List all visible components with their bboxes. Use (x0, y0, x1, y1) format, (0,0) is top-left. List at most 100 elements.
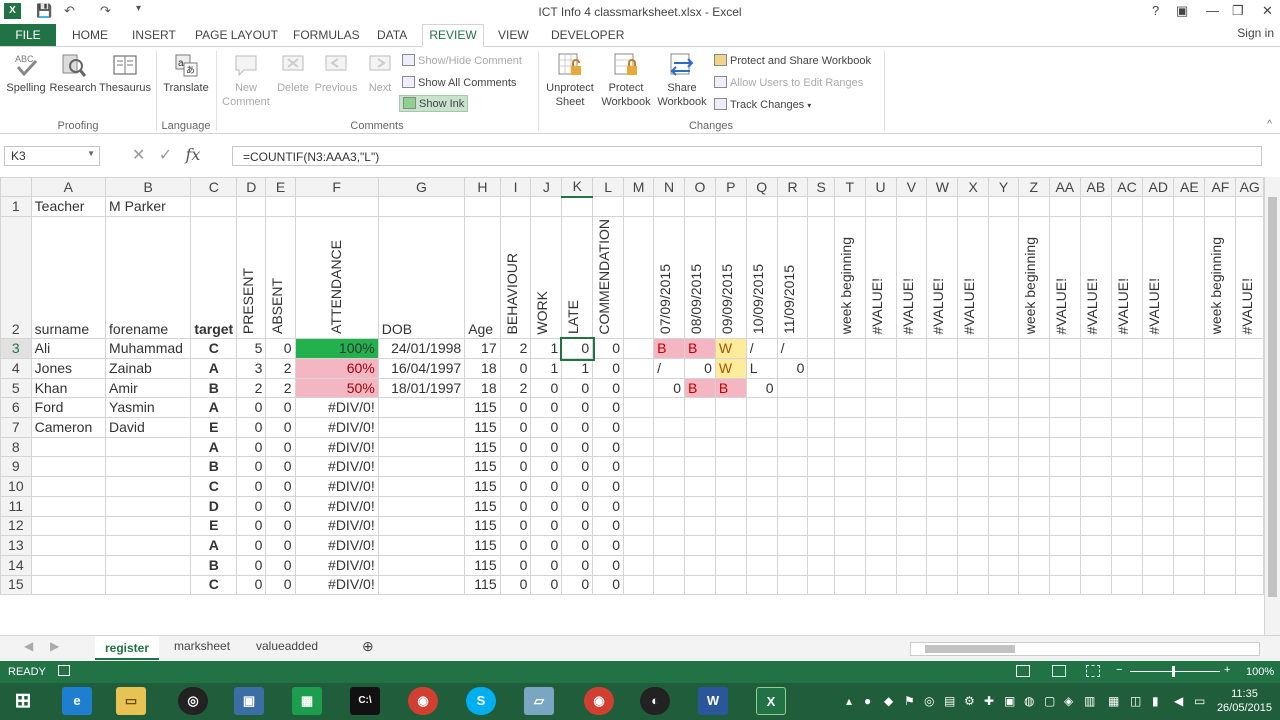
surname-cell[interactable]: Ford (30, 397, 107, 419)
column-header-G[interactable]: G (377, 177, 466, 197)
cell[interactable] (1048, 554, 1081, 576)
cell[interactable] (1235, 338, 1264, 359)
present-header[interactable]: PRESENT (236, 215, 267, 340)
attendance-mark-cell[interactable] (684, 515, 716, 537)
macro-record-icon[interactable] (58, 665, 70, 676)
work-cell[interactable]: 0 (530, 377, 563, 399)
cell[interactable] (1110, 456, 1144, 478)
prev-sheet-icon[interactable]: ◀ (24, 639, 33, 653)
column-header-L[interactable]: L (592, 177, 625, 197)
forename-cell[interactable] (105, 436, 192, 458)
attendance-mark-cell[interactable] (745, 535, 778, 556)
surname-cell[interactable]: Khan (30, 377, 107, 399)
absent-cell[interactable]: 2 (265, 377, 296, 399)
commendation-cell[interactable]: 0 (592, 515, 625, 537)
date-header[interactable]: 07/09/2015 (653, 215, 686, 340)
present-cell[interactable]: 5 (236, 338, 267, 359)
cell[interactable] (864, 554, 897, 576)
column-header-D[interactable]: D (236, 177, 267, 197)
surname-cell[interactable] (30, 535, 107, 556)
attendance-mark-cell[interactable] (745, 515, 778, 537)
attendance-mark-cell[interactable] (745, 436, 778, 458)
attendance-cell[interactable]: #DIV/0! (294, 436, 379, 458)
cell[interactable] (592, 196, 625, 217)
row-header[interactable]: 14 (0, 554, 32, 576)
cell[interactable] (926, 338, 959, 359)
tab-data[interactable]: DATA (377, 28, 407, 42)
target-cell[interactable]: A (190, 358, 238, 379)
surname-cell[interactable] (30, 574, 107, 596)
command-prompt-icon[interactable]: C:\ (350, 687, 380, 715)
file-explorer-icon[interactable]: ▭ (116, 687, 146, 715)
attendance-mark-cell[interactable]: / (745, 338, 778, 359)
spreadsheet-app-icon[interactable]: ▦ (292, 687, 322, 715)
cell[interactable] (623, 554, 655, 576)
cell[interactable] (957, 515, 990, 537)
dob-cell[interactable]: 16/04/1997 (377, 358, 466, 379)
late-cell[interactable]: 0 (561, 574, 594, 596)
column-header-B[interactable]: B (105, 177, 192, 197)
track-changes-button[interactable]: Track Changes ▾ (714, 98, 811, 111)
cell[interactable] (1110, 196, 1144, 217)
commendation-cell[interactable]: 0 (592, 397, 625, 419)
commendation-cell[interactable]: 0 (592, 436, 625, 458)
cell[interactable] (623, 436, 655, 458)
scroll-thumb[interactable] (1268, 197, 1277, 597)
cell[interactable] (957, 535, 990, 556)
cell[interactable] (807, 554, 835, 576)
cell[interactable] (1142, 397, 1175, 419)
cell[interactable] (926, 535, 959, 556)
absent-cell[interactable]: 0 (265, 554, 296, 576)
cell[interactable] (1017, 338, 1050, 359)
column-header-W[interactable]: W (926, 177, 959, 197)
name-box[interactable]: K3 ▼ (4, 146, 100, 166)
new-comment-button[interactable]: New Comment (220, 51, 272, 109)
attendance-mark-cell[interactable] (653, 535, 686, 556)
dob-header[interactable]: DOB (377, 215, 466, 340)
row-header[interactable]: 11 (0, 495, 32, 517)
cell[interactable] (236, 196, 267, 217)
cell[interactable] (1110, 495, 1144, 517)
cell[interactable] (895, 554, 928, 576)
age-cell[interactable]: 115 (464, 495, 501, 517)
cell[interactable] (864, 495, 897, 517)
attendance-cell[interactable]: #DIV/0! (294, 456, 379, 478)
row-header[interactable]: 4 (0, 358, 32, 379)
row-header[interactable]: 8 (0, 436, 32, 458)
target-cell[interactable]: B (190, 377, 238, 399)
column-header-X[interactable]: X (957, 177, 990, 197)
attendance-mark-cell[interactable]: 0 (745, 377, 778, 399)
attendance-mark-cell[interactable] (714, 417, 747, 438)
attendance-mark-cell[interactable] (714, 574, 747, 596)
cell[interactable] (1079, 397, 1112, 419)
cell[interactable] (1204, 515, 1237, 537)
present-cell[interactable]: 0 (236, 397, 267, 419)
cell[interactable] (1110, 515, 1144, 537)
cell[interactable] (1079, 456, 1112, 478)
select-all-corner[interactable] (0, 177, 32, 197)
cell[interactable] (623, 515, 655, 537)
tray-app-icon[interactable]: ◫ (1130, 694, 1141, 708)
formula-input[interactable]: =COUNTIF(N3:AAA3,"L") (232, 146, 1262, 166)
surname-cell[interactable] (30, 436, 107, 458)
cell[interactable] (895, 436, 928, 458)
zoom-slider-thumb[interactable] (1172, 666, 1175, 677)
cell[interactable] (1204, 358, 1237, 379)
target-cell[interactable]: A (190, 535, 238, 556)
cell[interactable] (988, 495, 1019, 517)
age-cell[interactable]: 115 (464, 476, 501, 497)
cell[interactable] (1142, 535, 1175, 556)
attendance-cell[interactable]: 60% (294, 358, 379, 379)
age-cell[interactable]: 115 (464, 574, 501, 596)
cell[interactable] (1017, 196, 1050, 217)
column-header-Y[interactable]: Y (988, 177, 1019, 197)
commendation-cell[interactable]: 0 (592, 377, 625, 399)
dob-cell[interactable] (377, 535, 466, 556)
age-cell[interactable]: 18 (464, 358, 501, 379)
cell[interactable] (833, 495, 866, 517)
cell[interactable] (1110, 554, 1144, 576)
attendance-mark-cell[interactable] (776, 515, 809, 537)
cell[interactable] (561, 196, 594, 217)
cell[interactable] (623, 215, 655, 340)
share-workbook-button[interactable]: Share Workbook (654, 51, 710, 109)
